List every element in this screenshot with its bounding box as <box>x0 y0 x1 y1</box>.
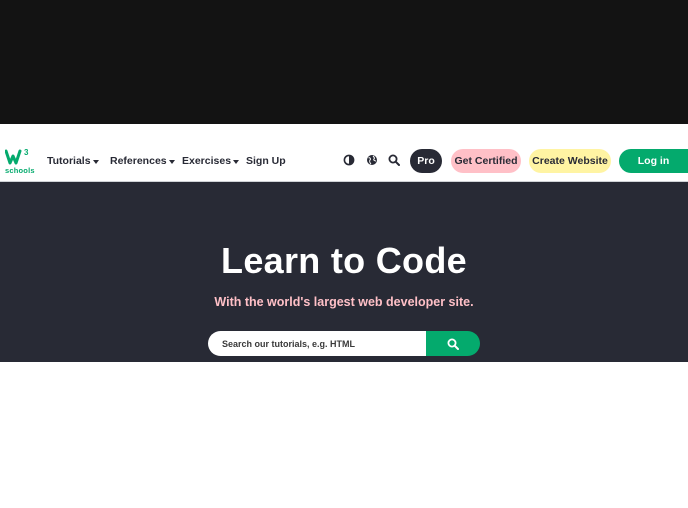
w3schools-logo[interactable]: 3 schools <box>5 148 35 175</box>
search-icon <box>447 338 459 350</box>
contrast-icon[interactable] <box>343 154 355 166</box>
svg-text:3: 3 <box>24 148 29 157</box>
get-certified-button[interactable]: Get Certified <box>451 149 521 173</box>
nav-signup[interactable]: Sign Up <box>246 153 286 169</box>
nav-signup-label: Sign Up <box>246 155 286 167</box>
caret-down-icon <box>92 159 99 164</box>
nav-tutorials-label: Tutorials <box>47 155 91 167</box>
create-website-button[interactable]: Create Website <box>529 149 611 173</box>
nav-exercises-label: Exercises <box>182 155 232 167</box>
hero-title: Learn to Code <box>221 240 467 281</box>
navbar: 3 schools Tutorials References Exercises… <box>0 124 688 182</box>
pro-button[interactable]: Pro <box>410 149 442 173</box>
nav-references-label: References <box>110 155 167 167</box>
nav-references[interactable]: References <box>110 153 175 169</box>
nav-exercises[interactable]: Exercises <box>182 153 240 169</box>
login-button[interactable]: Log in <box>619 149 688 173</box>
search-submit-button[interactable] <box>426 331 480 356</box>
top-dark-band <box>0 0 688 124</box>
hero-subtitle: With the world's largest web developer s… <box>214 295 474 309</box>
logo-subtext: schools <box>5 166 35 175</box>
globe-icon[interactable] <box>366 154 378 166</box>
caret-down-icon <box>233 159 240 164</box>
tutorial-search-input[interactable]: Search our tutorials, e.g. HTML <box>208 331 426 356</box>
caret-down-icon <box>168 159 175 164</box>
nav-tutorials[interactable]: Tutorials <box>47 153 99 169</box>
hero-section: Learn to Code With the world's largest w… <box>0 182 688 362</box>
w3-logo-mark: 3 <box>5 148 29 165</box>
search-icon[interactable] <box>388 154 400 166</box>
